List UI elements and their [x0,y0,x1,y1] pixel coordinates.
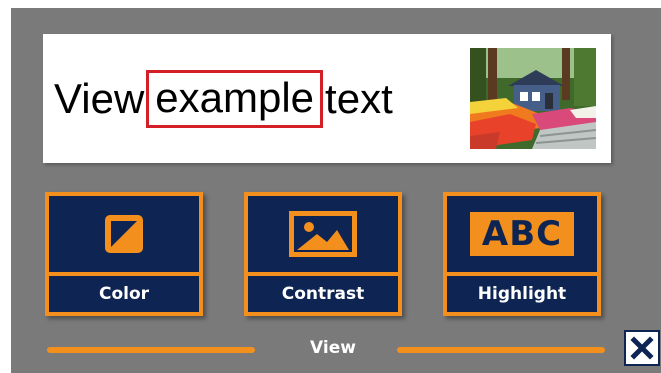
color-button-label: Color [98,284,150,304]
color-square-icon [105,215,143,253]
contrast-button-label: Contrast [281,284,365,304]
preview-word-text: text [325,74,393,122]
preview-panel: View example text [43,34,611,163]
view-settings-screen: View example text Color Contrast ABC Hig… [11,8,661,373]
contrast-icon-area [248,196,398,272]
view-label: View [310,338,356,358]
highlight-button[interactable]: ABC Highlight [443,192,601,316]
color-button[interactable]: Color [45,192,203,316]
abc-icon: ABC [470,212,574,256]
highlight-icon-area: ABC [447,196,597,272]
image-icon [289,211,357,257]
garden-house-photo [470,48,596,149]
footer-left-bar [47,347,255,353]
close-icon [630,336,654,360]
contrast-button[interactable]: Contrast [244,192,402,316]
preview-word-view: View [54,74,145,122]
close-button[interactable] [624,330,660,366]
footer-right-bar [397,347,605,353]
preview-highlighted-word: example [146,69,324,128]
preview-text: View example text [54,34,393,163]
highlight-button-label: Highlight [477,284,567,304]
color-icon-area [49,196,199,272]
garden-house-photo-graphic [470,48,596,149]
